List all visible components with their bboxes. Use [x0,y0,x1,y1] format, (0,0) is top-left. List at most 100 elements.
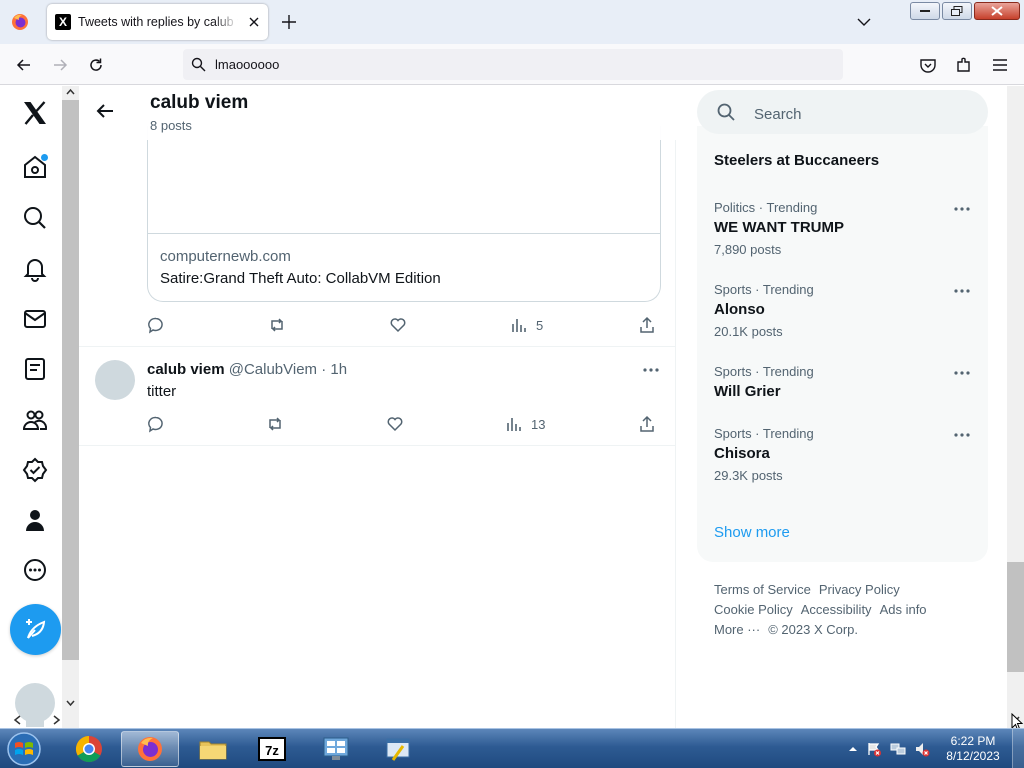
search-icon [717,103,735,121]
terms-link[interactable]: Terms of Service [714,582,811,597]
firefox-icon[interactable] [10,12,30,32]
back-icon[interactable] [15,56,33,74]
communities-icon[interactable] [20,405,50,435]
share-button[interactable] [638,414,656,434]
scrollbar-thumb[interactable] [1007,562,1024,672]
trend-more-icon[interactable] [952,201,972,217]
pocket-icon[interactable] [919,56,937,74]
compose-button[interactable] [10,604,61,655]
scrollbar-thumb[interactable] [62,100,79,660]
restore-icon[interactable] [942,2,972,20]
menu-icon[interactable] [991,56,1009,74]
trend-more-icon[interactable] [952,365,972,381]
trend-name: Steelers at Buccaneers [714,152,880,169]
notifications-icon[interactable] [20,254,50,284]
taskbar-firefox[interactable] [121,731,179,767]
close-window-icon[interactable] [974,2,1020,20]
right-sidebar: Search Steelers at Buccaneers Politics ·… [677,86,1007,728]
verified-icon[interactable] [20,455,50,485]
horizontal-scrollbar[interactable] [12,714,62,726]
scroll-down-arrow-icon[interactable] [66,698,75,707]
views-button[interactable]: 13 [505,414,545,434]
trend-context: Politics · Trending [714,200,818,215]
network-icon[interactable] [890,741,906,757]
copyright-text: © 2023 X Corp. [768,622,859,637]
action-center-icon[interactable] [866,741,882,757]
share-button[interactable] [638,315,656,335]
taskbar-file-explorer[interactable] [184,731,242,767]
url-bar[interactable]: lmaoooooo [183,49,843,80]
forward-icon[interactable] [51,56,69,74]
show-desktop-button[interactable] [1012,729,1024,768]
accessibility-link[interactable]: Accessibility [801,602,872,617]
trend-more-icon[interactable] [952,283,972,299]
trend-more-icon[interactable] [952,427,972,443]
url-text[interactable]: lmaoooooo [215,57,279,72]
windows-logo-icon [7,732,41,766]
tweet-text: titter [147,383,177,400]
web-page: calub viem 8 posts computernewb.com Sati… [0,86,1024,728]
like-button[interactable] [386,414,404,434]
compose-icon [25,618,45,639]
trend-count: 7,890 posts [714,242,782,257]
trend-context: Sports · Trending [714,364,814,379]
list-all-tabs-icon[interactable] [856,14,872,30]
7zip-icon: 7z [258,737,286,761]
trend-name: WE WANT TRUMP [714,219,844,236]
lists-icon[interactable] [20,354,50,384]
clock[interactable]: 6:22 PM 8/12/2023 [938,734,1008,764]
like-button[interactable] [389,315,407,335]
trend-context: Sports · Trending [714,282,814,297]
card-image[interactable] [148,126,660,234]
folder-icon [199,741,227,760]
privacy-link[interactable]: Privacy Policy [819,582,900,597]
messages-icon[interactable] [20,304,50,334]
new-tab-icon[interactable] [280,13,298,31]
tab-close-icon[interactable] [246,14,262,30]
tweet-time[interactable]: 1h [330,361,347,378]
x-logo-icon[interactable] [20,98,50,128]
tweet-author-name[interactable]: calub viem [147,361,225,378]
views-count: 5 [536,317,544,333]
system-tray: 6:22 PM 8/12/2023 [843,729,1024,768]
profile-name: calub viem [150,92,249,113]
minimize-icon[interactable] [910,2,940,20]
reply-button[interactable] [147,315,165,335]
page-scrollbar[interactable] [1007,86,1024,728]
reply-button[interactable] [147,414,165,434]
x-favicon-icon: X [55,14,71,30]
retweet-icon [269,417,281,431]
start-button[interactable] [4,730,44,768]
cookie-link[interactable]: Cookie Policy [714,602,793,617]
views-button[interactable]: 5 [510,315,543,335]
ads-info-link[interactable]: Ads info [880,602,927,617]
show-more-link[interactable]: Show more [714,524,790,541]
more-link[interactable]: More ··· [714,622,760,637]
retweet-button[interactable] [266,414,284,434]
reply-icon [148,416,163,433]
browser-tab-active[interactable]: X Tweets with replies by calub viem [47,4,268,40]
reload-icon[interactable] [87,56,105,74]
reply-icon [148,317,163,334]
search-input[interactable]: Search [697,90,988,134]
explore-icon[interactable] [20,203,50,233]
show-hidden-icons-icon[interactable] [845,741,861,757]
nav-rail-scrollbar[interactable] [62,86,79,728]
more-icon[interactable] [20,555,50,585]
scroll-up-arrow-icon[interactable] [66,88,75,97]
tweet-author-handle[interactable]: @CalubViem [229,361,317,378]
taskbar-app[interactable] [369,731,427,767]
taskbar-chrome[interactable] [60,731,118,767]
volume-muted-icon[interactable] [914,741,930,757]
profile-icon[interactable] [20,505,50,535]
home-icon[interactable] [20,152,50,182]
back-arrow-icon[interactable] [95,101,115,121]
link-preview-card[interactable]: computernewb.com Satire:Grand Theft Auto… [147,126,661,302]
taskbar-7zip[interactable]: 7z [243,731,301,767]
extensions-icon[interactable] [955,56,973,74]
tweet-more-icon[interactable] [641,362,661,378]
retweet-button[interactable] [268,315,286,335]
tweet-divider [79,445,676,446]
tweet-avatar[interactable] [95,360,135,400]
taskbar-control-panel[interactable] [307,731,365,767]
